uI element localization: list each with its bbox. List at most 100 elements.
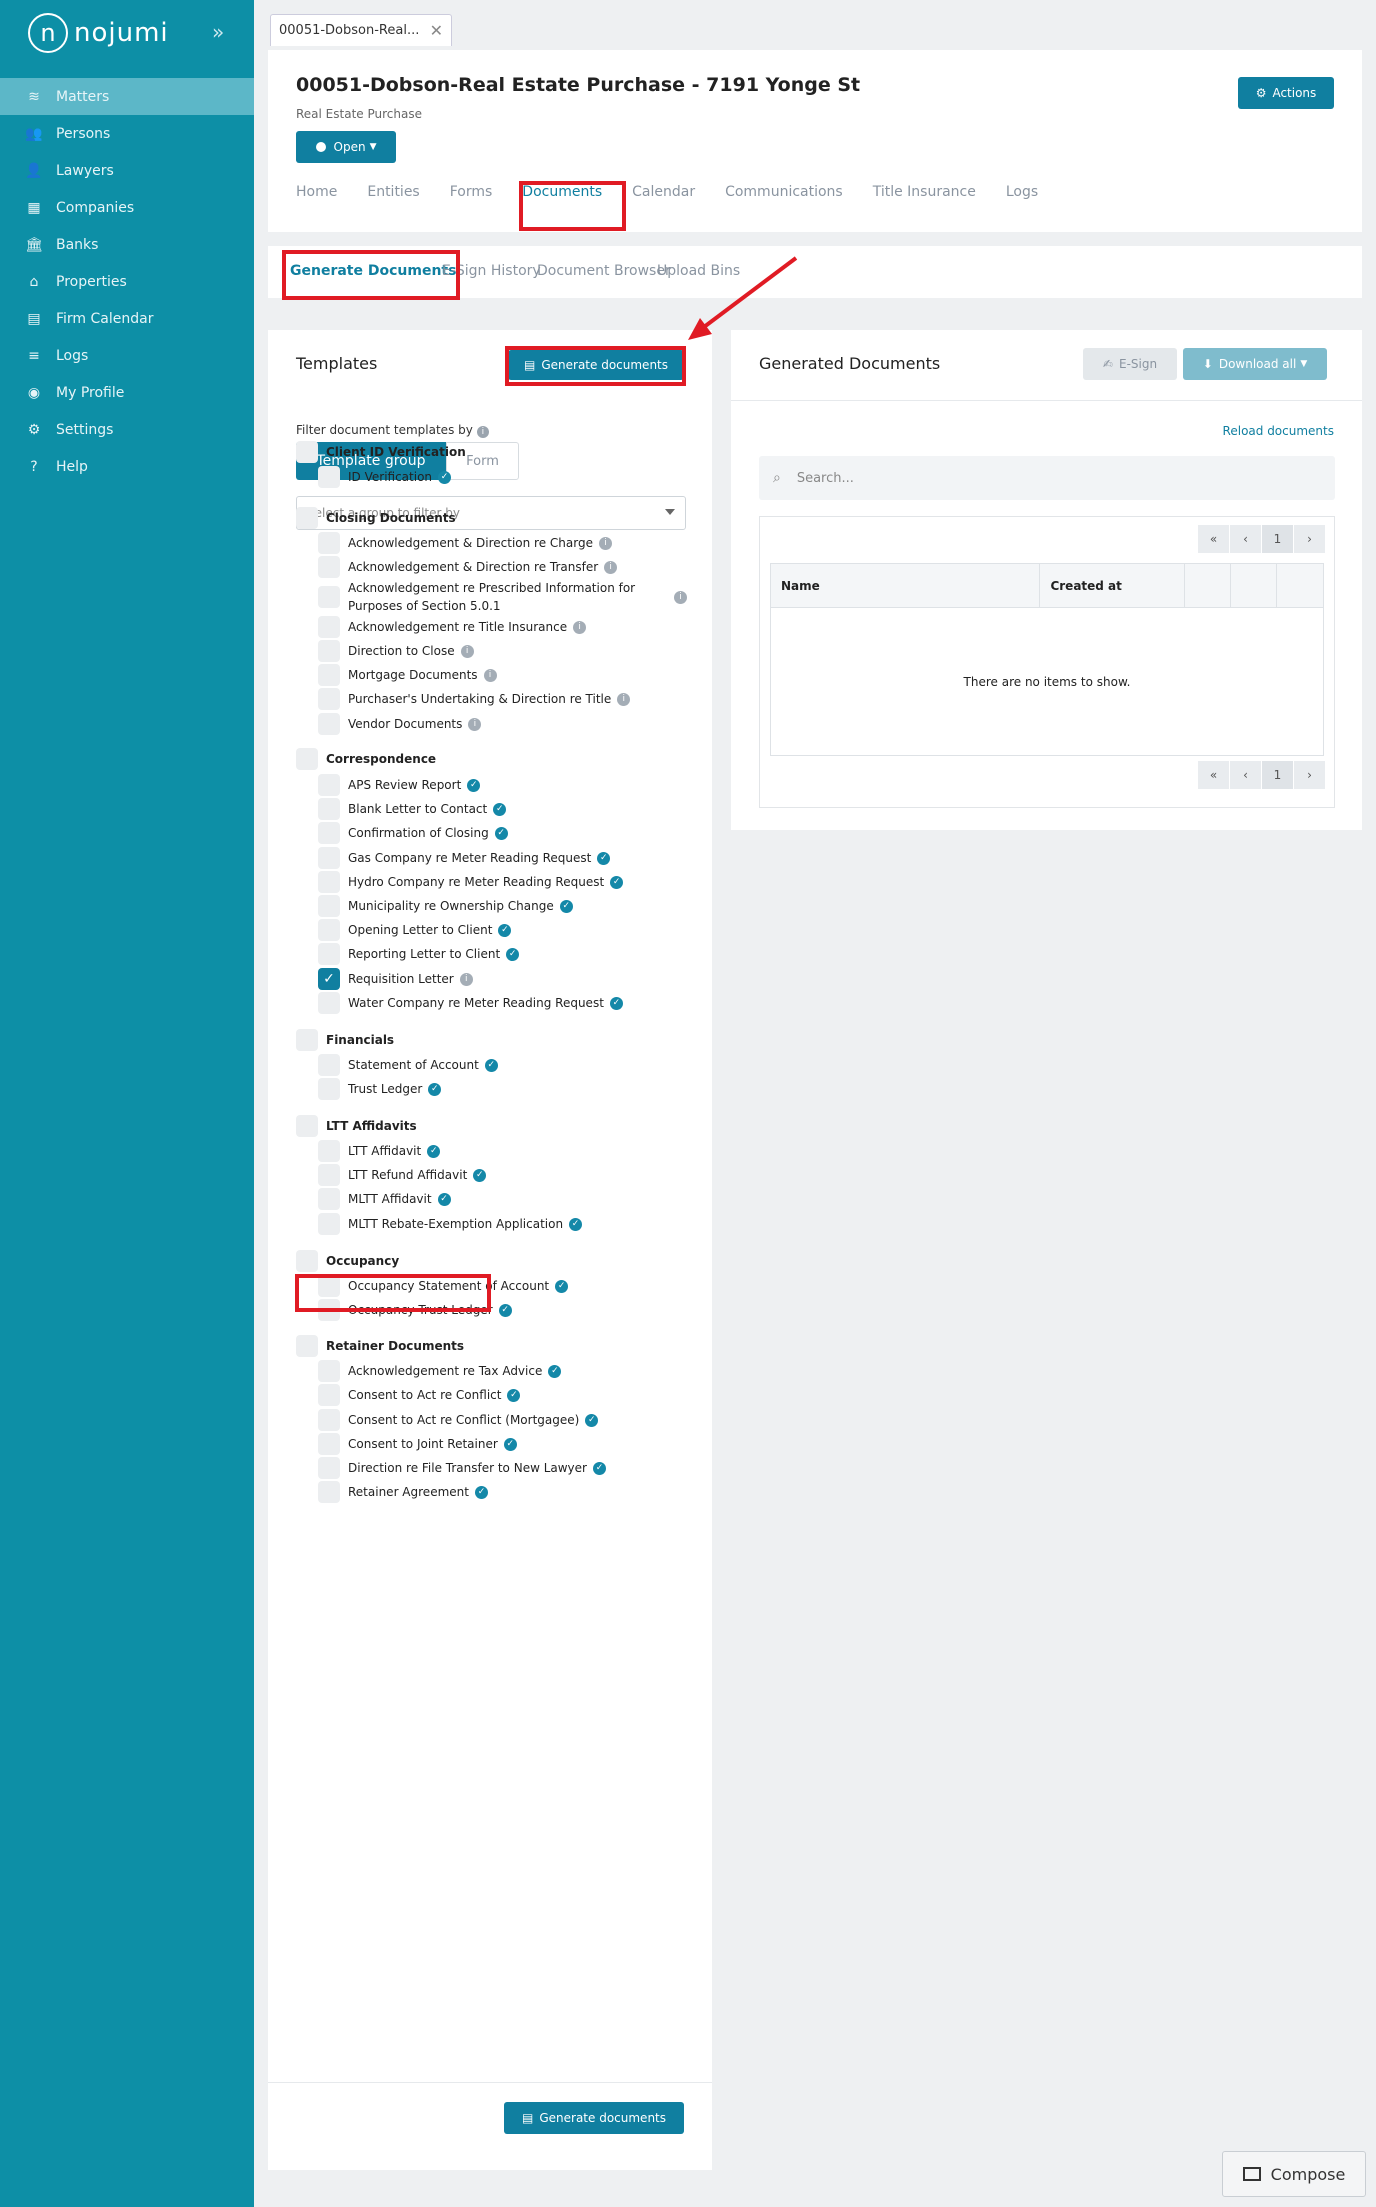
template-item[interactable]: Acknowledgement & Direction re Transfer i: [318, 556, 618, 578]
template-item[interactable]: MLTT Affidavit ✓: [318, 1188, 451, 1210]
first-page-button[interactable]: «: [1198, 525, 1230, 553]
template-checkbox[interactable]: [318, 466, 340, 488]
sidebar-item-banks[interactable]: 🏛 Banks: [0, 226, 254, 263]
template-checkbox[interactable]: [318, 1164, 340, 1186]
template-checkbox[interactable]: [318, 992, 340, 1014]
template-group-financials[interactable]: Financials: [296, 1029, 394, 1051]
sidebar-item-persons[interactable]: 👥 Persons: [0, 115, 254, 152]
group-checkbox[interactable]: [296, 507, 318, 529]
template-checkbox[interactable]: [318, 798, 340, 820]
sidebar-item-help[interactable]: ? Help: [0, 448, 254, 485]
page-number[interactable]: 1: [1262, 525, 1294, 553]
template-checkbox[interactable]: [318, 919, 340, 941]
template-item[interactable]: Municipality re Ownership Change ✓: [318, 895, 573, 917]
sidebar-item-properties[interactable]: ⌂ Properties: [0, 263, 254, 300]
compose-button[interactable]: Compose: [1222, 2151, 1366, 2197]
tab-home[interactable]: Home: [296, 182, 337, 200]
template-item[interactable]: Direction to Close i: [318, 640, 474, 662]
subtab-upload-bins[interactable]: Upload Bins: [657, 263, 740, 279]
template-checkbox[interactable]: [318, 943, 340, 965]
template-group-retainer-documents[interactable]: Retainer Documents: [296, 1335, 464, 1357]
template-item[interactable]: Reporting Letter to Client ✓: [318, 943, 520, 965]
template-item[interactable]: Gas Company re Meter Reading Request ✓: [318, 847, 611, 869]
template-checkbox[interactable]: [318, 1078, 340, 1100]
template-item[interactable]: Retainer Agreement ✓: [318, 1481, 488, 1503]
actions-button[interactable]: ⚙ Actions: [1238, 77, 1334, 109]
close-icon[interactable]: ✕: [430, 21, 443, 40]
group-checkbox[interactable]: [296, 1115, 318, 1137]
template-group-occupancy[interactable]: Occupancy: [296, 1250, 399, 1272]
template-checkbox[interactable]: [318, 1384, 340, 1406]
sidebar-item-matters[interactable]: ≋ Matters: [0, 78, 254, 115]
tab-forms[interactable]: Forms: [450, 182, 493, 200]
template-checkbox[interactable]: [318, 640, 340, 662]
template-item[interactable]: Hydro Company re Meter Reading Request ✓: [318, 871, 624, 893]
collapse-sidebar-icon[interactable]: »: [212, 20, 224, 44]
group-checkbox[interactable]: [296, 441, 318, 463]
sidebar-item-my-profile[interactable]: ◉ My Profile: [0, 374, 254, 411]
template-item[interactable]: MLTT Rebate-Exemption Application ✓: [318, 1213, 583, 1235]
template-item[interactable]: Purchaser's Undertaking & Direction re T…: [318, 688, 631, 710]
first-page-button[interactable]: «: [1198, 761, 1230, 789]
template-item[interactable]: Trust Ledger ✓: [318, 1078, 442, 1100]
template-checkbox[interactable]: [318, 586, 340, 608]
open-status-button[interactable]: Open ▼: [296, 131, 396, 163]
template-checkbox[interactable]: [318, 895, 340, 917]
download-all-button[interactable]: ⬇ Download all ▼: [1183, 348, 1327, 380]
template-item[interactable]: Confirmation of Closing ✓: [318, 822, 508, 844]
template-checkbox[interactable]: [318, 616, 340, 638]
sidebar-item-logs[interactable]: ≡ Logs: [0, 337, 254, 374]
group-checkbox[interactable]: [296, 1029, 318, 1051]
template-item[interactable]: Water Company re Meter Reading Request ✓: [318, 992, 623, 1014]
subtab-document-browser[interactable]: Document Browser: [537, 263, 671, 279]
template-checkbox[interactable]: [318, 1054, 340, 1076]
group-checkbox[interactable]: [296, 1250, 318, 1272]
page-number[interactable]: 1: [1262, 761, 1294, 789]
template-checkbox[interactable]: [318, 1409, 340, 1431]
prev-page-button[interactable]: ‹: [1230, 761, 1262, 789]
sidebar-item-lawyers[interactable]: 👤 Lawyers: [0, 152, 254, 189]
sidebar-item-settings[interactable]: ⚙ Settings: [0, 411, 254, 448]
tab-calendar[interactable]: Calendar: [632, 182, 695, 200]
template-checkbox[interactable]: [318, 1360, 340, 1382]
template-item[interactable]: Blank Letter to Contact ✓: [318, 798, 507, 820]
template-item[interactable]: Vendor Documents i: [318, 713, 482, 735]
template-item[interactable]: Statement of Account ✓: [318, 1054, 498, 1076]
reload-documents-link[interactable]: Reload documents: [1223, 424, 1334, 438]
checked-checkbox[interactable]: ✓: [318, 968, 340, 990]
template-item[interactable]: Opening Letter to Client ✓: [318, 919, 512, 941]
template-item[interactable]: ✓ Requisition Letter i: [318, 968, 473, 990]
template-item[interactable]: Acknowledgement & Direction re Charge i: [318, 532, 612, 554]
template-group-correspondence[interactable]: Correspondence: [296, 748, 436, 770]
template-checkbox[interactable]: [318, 871, 340, 893]
template-group-closing-documents[interactable]: Closing Documents: [296, 507, 456, 529]
template-checkbox[interactable]: [318, 1433, 340, 1455]
template-group-client-id-verification[interactable]: Client ID Verification: [296, 441, 466, 463]
template-checkbox[interactable]: [318, 1188, 340, 1210]
tab-communications[interactable]: Communications: [725, 182, 843, 200]
template-item[interactable]: Direction re File Transfer to New Lawyer…: [318, 1457, 606, 1479]
template-item[interactable]: Acknowledgement re Prescribed Informatio…: [318, 579, 687, 615]
template-checkbox[interactable]: [318, 1213, 340, 1235]
sidebar-item-firm-calendar[interactable]: ▤ Firm Calendar: [0, 300, 254, 337]
template-item[interactable]: Consent to Act re Conflict ✓: [318, 1384, 521, 1406]
next-page-button[interactable]: ›: [1294, 525, 1326, 553]
template-checkbox[interactable]: [318, 1140, 340, 1162]
template-item[interactable]: APS Review Report ✓: [318, 774, 481, 796]
template-item[interactable]: Mortgage Documents i: [318, 664, 497, 686]
template-item[interactable]: Consent to Joint Retainer ✓: [318, 1433, 517, 1455]
template-checkbox[interactable]: [318, 664, 340, 686]
matter-tab[interactable]: 00051-Dobson-Real... ✕: [270, 14, 452, 46]
template-item[interactable]: Consent to Act re Conflict (Mortgagee) ✓: [318, 1409, 599, 1431]
esign-button[interactable]: ✍ E-Sign: [1083, 348, 1177, 380]
template-checkbox[interactable]: [318, 847, 340, 869]
template-group-ltt-affidavits[interactable]: LTT Affidavits: [296, 1115, 417, 1137]
template-checkbox[interactable]: [318, 688, 340, 710]
documents-search-input[interactable]: ⌕ Search...: [759, 456, 1335, 500]
template-checkbox[interactable]: [318, 774, 340, 796]
template-checkbox[interactable]: [318, 556, 340, 578]
prev-page-button[interactable]: ‹: [1230, 525, 1262, 553]
template-checkbox[interactable]: [318, 822, 340, 844]
tab-title-insurance[interactable]: Title Insurance: [873, 182, 976, 200]
generate-documents-bottom-button[interactable]: ▤ Generate documents: [504, 2102, 684, 2134]
